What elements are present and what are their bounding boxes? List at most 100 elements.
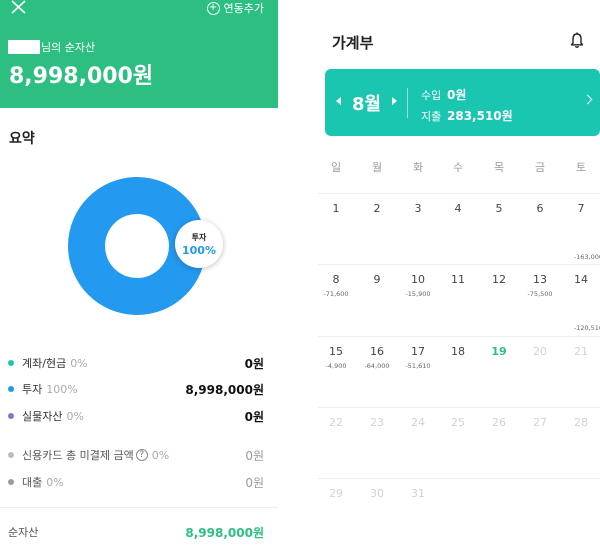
day-number: 4 bbox=[454, 202, 462, 215]
day-number: 31 bbox=[411, 487, 425, 500]
legend-row[interactable]: 투자 100% 8,998,000원 bbox=[8, 380, 264, 398]
legend-label: 대출 bbox=[22, 476, 43, 489]
weekday-label: 화 bbox=[412, 161, 424, 174]
legend-label: 투자 bbox=[22, 383, 43, 396]
legend-row[interactable]: 신용카드 총 미결제 금액? 0% 0원 bbox=[8, 446, 264, 464]
summary-title: 요약 bbox=[9, 131, 35, 147]
calendar-day[interactable]: 5 bbox=[479, 202, 519, 272]
help-icon[interactable]: ? bbox=[135, 449, 148, 461]
day-number: 12 bbox=[492, 273, 506, 286]
calendar-day[interactable]: 12 bbox=[479, 273, 519, 343]
calendar-day[interactable]: 21 bbox=[561, 345, 600, 415]
week-expense-total: -163,000원 bbox=[573, 253, 600, 261]
legend-dot bbox=[8, 413, 14, 419]
legend-value: 0원 bbox=[245, 448, 264, 463]
weekday-label: 토 bbox=[575, 161, 587, 174]
calendar-day[interactable]: 8 -71,600 bbox=[316, 273, 356, 343]
day-number: 27 bbox=[533, 416, 547, 429]
calendar-day[interactable]: 17 -51,610 bbox=[398, 345, 438, 415]
household-ledger-panel: 가계부 8월 수입 0원 지출 283,510원 일월화수목금토 1234567… bbox=[318, 0, 600, 548]
calendar-day[interactable]: 25 bbox=[438, 416, 478, 486]
day-number: 24 bbox=[411, 416, 425, 429]
bell-icon[interactable] bbox=[569, 32, 585, 49]
day-number: 28 bbox=[574, 416, 588, 429]
calendar-day[interactable]: 30 bbox=[357, 487, 397, 548]
calendar-day[interactable]: 11 bbox=[438, 273, 478, 343]
day-number: 25 bbox=[451, 416, 465, 429]
calendar-day[interactable]: 26 bbox=[479, 416, 519, 486]
day-number: 18 bbox=[451, 345, 465, 358]
day-expense: -51,610 bbox=[405, 362, 431, 370]
weekday-label: 일 bbox=[330, 161, 342, 174]
masked-username bbox=[8, 40, 40, 54]
calendar-day[interactable]: 15 -4,900 bbox=[316, 345, 356, 415]
divider bbox=[0, 507, 278, 508]
day-expense: -64,000 bbox=[364, 362, 390, 370]
calendar-day[interactable]: 3 bbox=[398, 202, 438, 272]
day-number: 13 bbox=[533, 273, 547, 286]
calendar-day[interactable]: 4 bbox=[438, 202, 478, 272]
legend-row[interactable]: 실물자산 0% 0원 bbox=[8, 407, 264, 425]
month-summary-card[interactable]: 8월 수입 0원 지출 283,510원 bbox=[325, 69, 600, 136]
calendar-day[interactable]: 22 bbox=[316, 416, 356, 486]
calendar-day[interactable]: 31 bbox=[398, 487, 438, 548]
calendar-day[interactable]: 7 -163,000원 bbox=[561, 202, 600, 272]
close-icon[interactable] bbox=[10, 0, 28, 16]
calendar-day[interactable]: 13 -75,500 bbox=[520, 273, 560, 343]
calendar-day[interactable]: 18 bbox=[438, 345, 478, 415]
prev-month-arrow-icon[interactable] bbox=[336, 97, 341, 105]
calendar-day[interactable]: 29 bbox=[316, 487, 356, 548]
calendar-day[interactable]: 28 bbox=[561, 416, 600, 486]
calendar-day[interactable]: 24 bbox=[398, 416, 438, 486]
calendar-day[interactable]: 14 -120,510원 bbox=[561, 273, 600, 343]
calendar-day[interactable]: 10 -15,900 bbox=[398, 273, 438, 343]
donut-callout-name: 투자 bbox=[192, 232, 207, 242]
net-assets-footer: 순자산 8,998,000원 bbox=[8, 524, 264, 541]
chevron-right-icon[interactable] bbox=[582, 94, 593, 105]
calendar-day[interactable]: 27 bbox=[520, 416, 560, 486]
week-divider bbox=[318, 193, 600, 194]
day-number: 5 bbox=[495, 202, 503, 215]
plus-circle-icon: + bbox=[206, 1, 220, 15]
next-month-arrow-icon[interactable] bbox=[392, 97, 397, 105]
day-number: 17 bbox=[411, 345, 425, 358]
legend-value: 0원 bbox=[245, 475, 264, 490]
legend-label: 신용카드 총 미결제 금액 bbox=[22, 449, 134, 462]
day-number: 19 bbox=[491, 345, 507, 358]
legend-row[interactable]: 대출 0% 0원 bbox=[8, 473, 264, 491]
day-number: 10 bbox=[411, 273, 425, 286]
weekday-label: 수 bbox=[452, 161, 464, 174]
day-expense: -75,500 bbox=[527, 290, 553, 298]
calendar-day[interactable]: 23 bbox=[357, 416, 397, 486]
add-connection-button[interactable]: + 연동추가 bbox=[206, 0, 264, 16]
day-number: 2 bbox=[373, 202, 381, 215]
day-number: 6 bbox=[536, 202, 544, 215]
calendar-day[interactable]: 9 bbox=[357, 273, 397, 343]
calendar-day[interactable]: 2 bbox=[357, 202, 397, 272]
day-number: 21 bbox=[574, 345, 588, 358]
legend-value: 8,998,000원 bbox=[185, 382, 264, 397]
legend-percent: 0% bbox=[70, 356, 88, 370]
calendar-day[interactable]: 1 bbox=[316, 202, 356, 272]
weekday-label: 목 bbox=[493, 161, 505, 174]
net-assets-total: 8,998,000원 bbox=[9, 64, 154, 89]
legend-value: 0원 bbox=[244, 356, 264, 371]
day-number: 16 bbox=[370, 345, 384, 358]
footer-label: 순자산 bbox=[8, 526, 39, 539]
footer-value: 8,998,000원 bbox=[185, 526, 264, 540]
day-number: 20 bbox=[533, 345, 547, 358]
day-number: 30 bbox=[370, 487, 384, 500]
calendar-day[interactable]: 16 -64,000 bbox=[357, 345, 397, 415]
calendar-day[interactable]: 19 bbox=[479, 345, 519, 415]
week-expense-total: -120,510원 bbox=[573, 324, 600, 332]
calendar-day[interactable]: 20 bbox=[520, 345, 560, 415]
legend-row[interactable]: 계좌/현금 0% 0원 bbox=[8, 354, 264, 372]
day-number: 1 bbox=[332, 202, 340, 215]
owner-caption: 님의 순자산 bbox=[8, 39, 95, 55]
day-expense: -71,600 bbox=[323, 290, 349, 298]
day-number: 26 bbox=[492, 416, 506, 429]
asset-donut-chart: 투자 100% bbox=[68, 177, 223, 315]
day-expense: -15,900 bbox=[405, 290, 431, 298]
calendar-day[interactable]: 6 bbox=[520, 202, 560, 272]
net-assets-panel: + 연동추가 님의 순자산 8,998,000원 요약 투자 100% 계좌/현금… bbox=[0, 0, 278, 548]
